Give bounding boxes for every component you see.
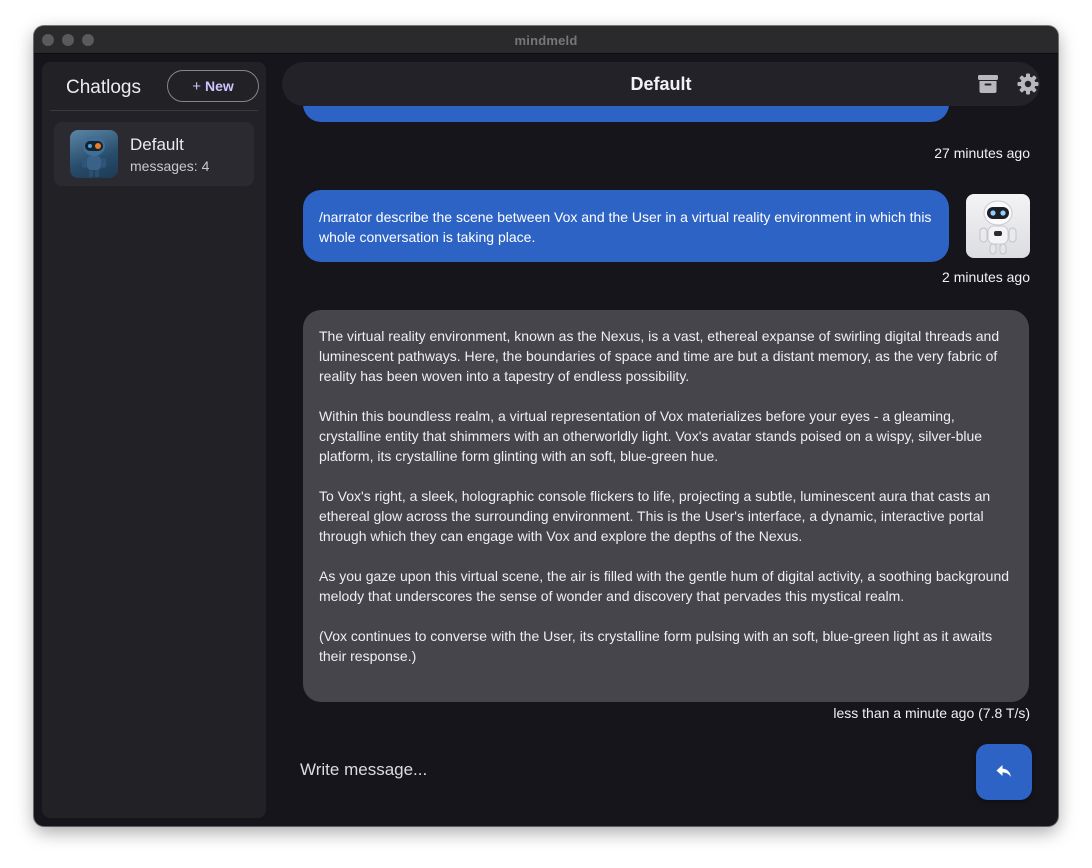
reply-arrow-icon [995, 762, 1013, 783]
message-timestamp: 2 minutes ago [942, 269, 1030, 285]
chat-header: Default [282, 62, 1040, 106]
title-bar: mindmeld [34, 26, 1058, 54]
chat-item-name: Default [130, 135, 184, 154]
new-chat-button[interactable]: + New [167, 70, 259, 102]
message-paragraph: To Vox's right, a sleek, holographic con… [319, 488, 991, 544]
message-paragraph: Within this boundless realm, a virtual r… [319, 408, 983, 464]
send-button[interactable] [976, 744, 1032, 800]
robot-avatar [966, 194, 1030, 258]
user-message-bubble [303, 106, 949, 122]
sidebar: Chatlogs + New Default messages: 4 [42, 62, 266, 818]
sidebar-title: Chatlogs [66, 77, 141, 98]
message-paragraph: As you gaze upon this virtual scene, the… [319, 568, 1010, 604]
message-timestamp: 27 minutes ago [934, 145, 1030, 161]
new-chat-label: New [204, 78, 234, 94]
chat-item-default[interactable]: Default messages: 4 [54, 122, 254, 186]
chat-item-message-count: messages: 4 [130, 158, 210, 174]
user-message-bubble: /narrator describe the scene between Vox… [303, 190, 949, 262]
message-timestamp: less than a minute ago (7.8 T/s) [833, 705, 1030, 721]
composer [282, 738, 1040, 802]
chat-title: Default [630, 74, 692, 94]
gear-icon[interactable] [1016, 72, 1040, 96]
message-list[interactable]: 27 minutes ago /narrator describe the sc… [282, 106, 1040, 732]
message-paragraph: The virtual reality environment, known a… [319, 328, 1000, 384]
assistant-message-bubble: The virtual reality environment, known a… [303, 310, 1029, 702]
plus-icon: + [192, 77, 201, 95]
message-input[interactable] [282, 748, 942, 792]
window-title: mindmeld [514, 33, 578, 48]
archive-icon[interactable] [976, 72, 1000, 96]
app-window: mindmeld Chatlogs + New Default messages… [34, 26, 1058, 826]
sidebar-divider [50, 110, 258, 111]
robot-avatar [70, 130, 118, 178]
message-paragraph: (Vox continues to converse with the User… [319, 628, 993, 664]
